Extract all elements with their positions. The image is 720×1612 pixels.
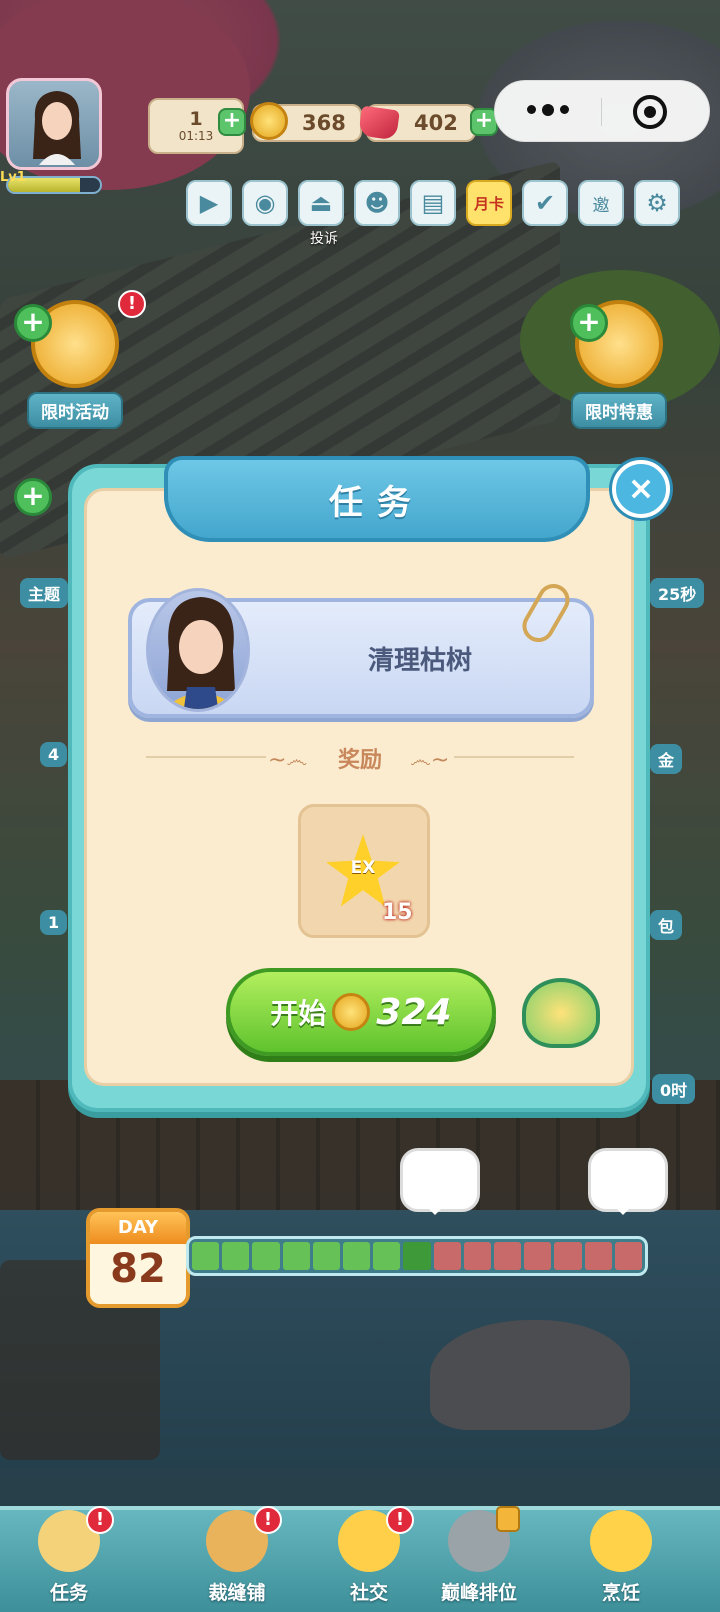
nav-item-label: 烹饪: [601, 1582, 640, 1604]
lock-icon: [496, 1506, 520, 1532]
character-portrait: [146, 588, 250, 712]
reward-quantity: 15: [382, 900, 413, 925]
progress-segment: [373, 1242, 401, 1270]
start-label: 开始: [270, 997, 327, 1030]
friends-icon[interactable]: ☻: [354, 180, 400, 226]
more-dots-icon[interactable]: [527, 104, 569, 116]
progress-segment: [524, 1242, 552, 1270]
invite-icon[interactable]: 邀: [578, 180, 624, 226]
progress-segment: [282, 1242, 310, 1270]
utensil-bubble-icon[interactable]: [400, 1148, 480, 1215]
report-caption: 投诉: [310, 231, 338, 247]
cooking-icon: [590, 1510, 652, 1572]
player-avatar[interactable]: [6, 78, 102, 170]
gift-box-bubble-icon[interactable]: [588, 1148, 668, 1215]
month-card-icon[interactable]: 月卡: [466, 180, 512, 226]
capsule-divider: [601, 98, 602, 126]
add-deal-icon[interactable]: +: [570, 304, 608, 342]
modal-title-banner: 任务: [164, 456, 590, 542]
add-energy-button[interactable]: +: [218, 108, 246, 136]
camera-icon[interactable]: ◉: [242, 180, 288, 226]
alert-badge: !: [86, 1506, 114, 1534]
add-event-icon[interactable]: +: [14, 304, 52, 342]
nav-item[interactable]: 裁缝铺!: [182, 1506, 292, 1605]
progress-segment: [252, 1242, 280, 1270]
level-badge: Lv1: [0, 170, 26, 185]
play-icon[interactable]: ▶: [186, 180, 232, 226]
day-progress-bar: [186, 1236, 648, 1276]
toolbar: ▶ ◉ ⏏ ☻ ▤ 月卡 ✔ 邀 ⚙: [186, 180, 680, 226]
limited-event-label: 限时活动: [27, 392, 123, 429]
start-cost: 324: [376, 991, 452, 1033]
progress-segment: [222, 1242, 250, 1270]
player-portrait-icon: [33, 91, 81, 165]
alert-badge: !: [254, 1506, 282, 1534]
progress-segment: [463, 1242, 492, 1270]
progress-segment: [403, 1242, 431, 1270]
progress-segment: [584, 1242, 612, 1270]
nav-item[interactable]: 社交!: [314, 1506, 424, 1605]
settings-icon[interactable]: ⚙: [634, 180, 680, 226]
limited-deal-label: 限时特惠: [571, 392, 667, 429]
nav-item[interactable]: 烹饪: [566, 1510, 676, 1605]
count-label-partial-1: 4: [40, 742, 68, 767]
gold-label-partial[interactable]: 金: [650, 744, 683, 774]
energy-timer: 01:13: [178, 129, 214, 143]
start-button[interactable]: 开始 324: [226, 968, 496, 1056]
ornament-right-icon: ෴~: [410, 748, 450, 773]
day-number: 82: [110, 1246, 166, 1292]
timer-label-partial: 25秒: [650, 578, 705, 608]
reward-label: 奖励: [337, 748, 382, 773]
coin-value: 368: [302, 111, 346, 135]
alert-badge: !: [386, 1506, 414, 1534]
reward-divider-left: [146, 756, 266, 758]
nav-item[interactable]: 任务!: [14, 1506, 124, 1605]
progress-segment: [554, 1242, 582, 1270]
reward-divider-right: [454, 756, 574, 758]
nav-item-label: 任务: [49, 1582, 88, 1604]
pack-label-partial[interactable]: 包: [650, 910, 683, 940]
progress-segment: [312, 1242, 341, 1270]
progress-segment: [494, 1242, 522, 1270]
progress-segment: [343, 1242, 371, 1270]
nav-item-label: 裁缝铺: [208, 1582, 266, 1604]
modal-title: 任务: [329, 482, 425, 523]
alert-badge: !: [118, 290, 146, 318]
day-label: DAY: [90, 1212, 186, 1244]
day-calendar: DAY 82: [86, 1208, 190, 1308]
energy-value: 1: [189, 108, 203, 130]
task-name: 清理枯树: [367, 646, 472, 676]
ornament-left-icon: ~෴: [268, 748, 308, 773]
theme-label-partial[interactable]: 主题: [20, 578, 69, 608]
target-close-icon[interactable]: [633, 95, 667, 129]
nav-item[interactable]: 巅峰排位: [424, 1506, 534, 1605]
coin-icon: [250, 102, 288, 140]
count-label-partial-2: 1: [40, 910, 68, 935]
close-button[interactable]: ×: [612, 460, 670, 518]
time-label-partial: 0时: [652, 1074, 696, 1104]
miniprogram-capsule: [494, 80, 710, 142]
cooking-bowl-icon: [522, 978, 600, 1048]
nav-item-label: 社交: [349, 1582, 388, 1604]
checkin-icon[interactable]: ✔: [522, 180, 568, 226]
coin-icon: [332, 993, 371, 1031]
progress-segment: [614, 1242, 643, 1270]
progress-segment: [433, 1242, 461, 1270]
progress-segment: [192, 1242, 220, 1270]
gem-value: 402: [414, 111, 458, 135]
add-theme-icon[interactable]: +: [14, 478, 52, 516]
book-icon[interactable]: ▤: [410, 180, 456, 226]
nav-item-label: 巅峰排位: [440, 1582, 517, 1604]
reward-item-label: EX: [350, 858, 376, 878]
report-icon[interactable]: ⏏: [298, 180, 344, 226]
